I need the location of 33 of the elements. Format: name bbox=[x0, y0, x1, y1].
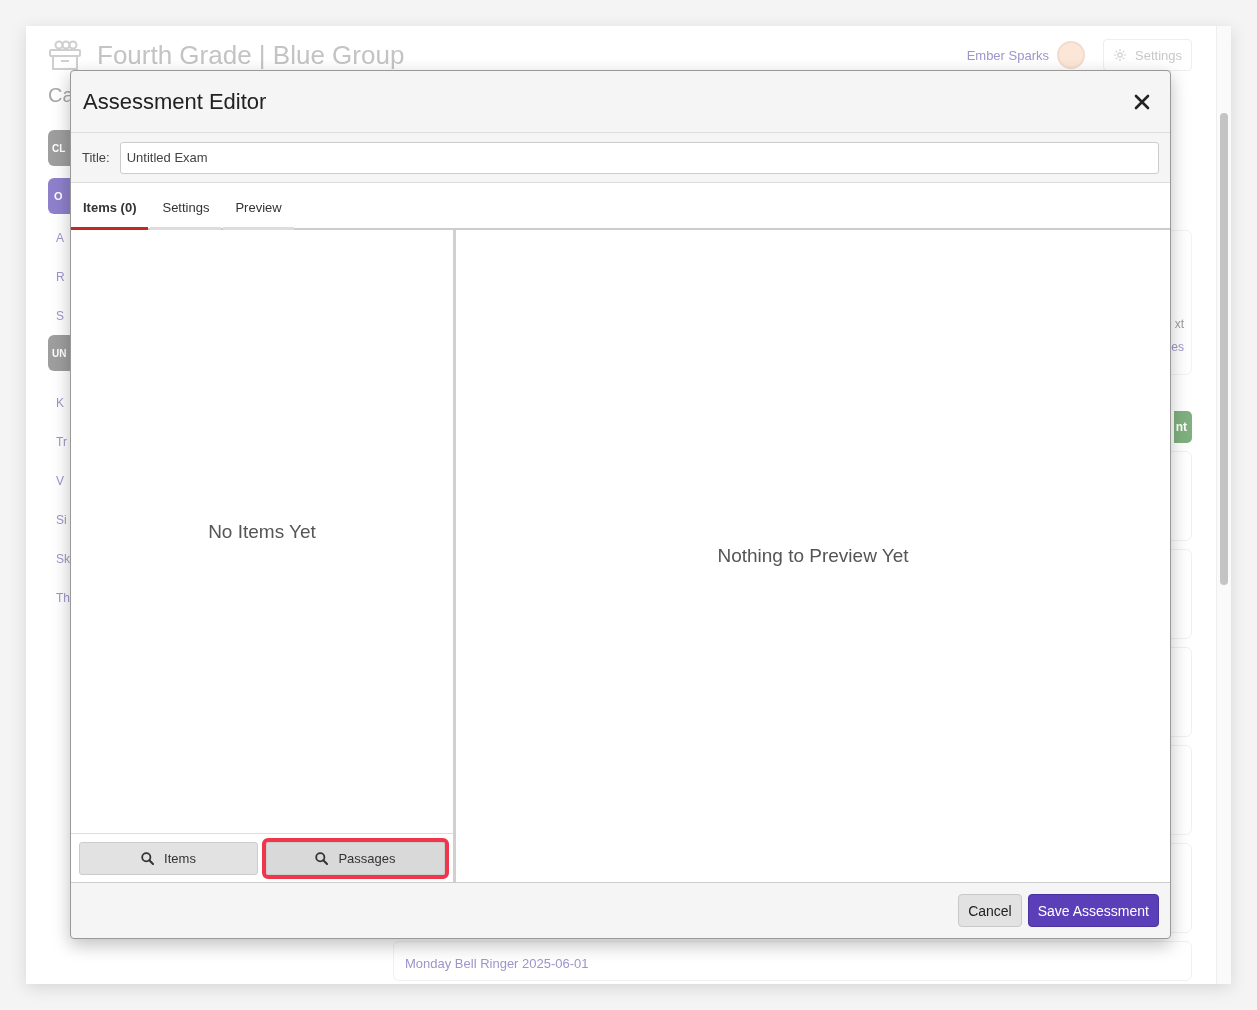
user-name: Ember Sparks bbox=[966, 47, 1049, 63]
card-text: xt bbox=[1174, 317, 1184, 331]
sidebar-link[interactable]: Si bbox=[56, 500, 67, 539]
empty-message: Nothing to Preview Yet bbox=[717, 545, 909, 567]
cancel-button[interactable]: Cancel bbox=[958, 894, 1022, 927]
search-icon bbox=[315, 851, 329, 865]
assessment-card-title[interactable]: Monday Bell Ringer 2025-06-01 bbox=[393, 941, 1192, 981]
page-title: Fourth Grade | Blue Group bbox=[97, 39, 405, 71]
empty-message: No Items Yet bbox=[208, 520, 316, 543]
gift-box-icon bbox=[48, 40, 82, 70]
card-link[interactable]: es bbox=[1171, 340, 1184, 354]
title-label: Title: bbox=[82, 150, 110, 165]
sidebar-link[interactable]: A bbox=[56, 218, 64, 257]
close-icon bbox=[1134, 93, 1150, 110]
sidebar-link[interactable]: Tr bbox=[56, 422, 67, 461]
sidebar-section-header: CL bbox=[48, 130, 70, 166]
sidebar-link[interactable]: K bbox=[56, 383, 64, 422]
save-button[interactable]: Save Assessment bbox=[1027, 894, 1159, 927]
sidebar-link[interactable]: R bbox=[56, 257, 65, 296]
sidebar-link[interactable]: Th bbox=[56, 578, 70, 617]
search-button[interactable]: Items bbox=[79, 841, 258, 875]
sidebar-link[interactable]: V bbox=[56, 461, 64, 500]
title-input[interactable]: Untitled Exam bbox=[119, 141, 1159, 174]
dialog-title: Assessment Editor bbox=[83, 88, 268, 115]
sidebar-link[interactable]: S bbox=[56, 296, 64, 335]
sidebar-item[interactable]: O bbox=[48, 178, 70, 214]
search-icon bbox=[141, 851, 155, 865]
gear-icon bbox=[1113, 48, 1127, 62]
add-button[interactable]: nt bbox=[1173, 411, 1192, 443]
avatar[interactable] bbox=[1057, 41, 1085, 69]
sidebar-link[interactable]: Sk bbox=[56, 539, 70, 578]
scrollbar[interactable] bbox=[1216, 26, 1231, 984]
sidebar-section-header: UN bbox=[48, 335, 70, 371]
